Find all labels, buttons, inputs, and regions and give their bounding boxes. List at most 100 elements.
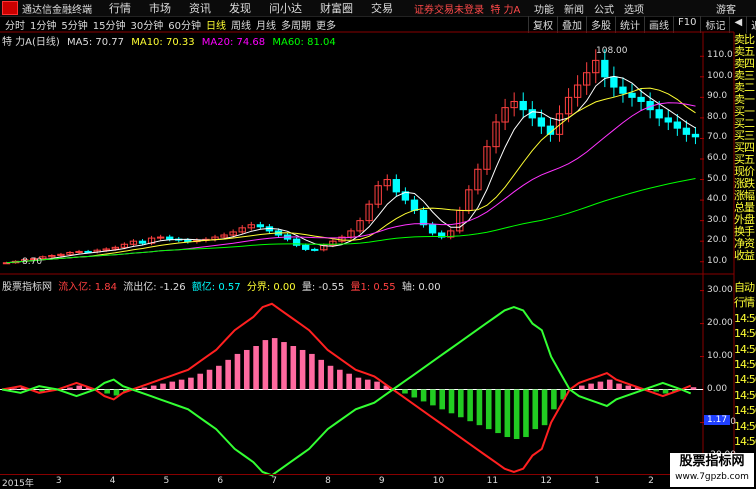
- outflow-bar: [411, 389, 418, 398]
- inflow-bar: [374, 381, 380, 390]
- chart-canvas[interactable]: [0, 0, 756, 487]
- candle-body: [410, 199, 419, 211]
- inflow-bar: [178, 379, 185, 390]
- inflow-bar: [67, 387, 73, 390]
- inflow-bar: [355, 377, 362, 390]
- date-label: 12: [540, 476, 552, 486]
- outflow-bar: [430, 389, 436, 406]
- outflow-bar: [523, 389, 529, 438]
- inflow-bar: [606, 379, 613, 390]
- candle-body: [619, 86, 627, 94]
- candle-body: [519, 100, 527, 111]
- tick-label: 自动: [734, 281, 755, 294]
- inflow-bar: [262, 340, 269, 390]
- tick-label: 14:56: [734, 373, 756, 387]
- inflow-bar: [337, 369, 343, 390]
- inflow-bar: [346, 373, 352, 390]
- inflow-bar: [299, 349, 306, 390]
- outflow-bar: [476, 389, 483, 426]
- price-tick: 60.0: [707, 153, 728, 163]
- outflow-bar: [402, 389, 408, 394]
- price-tick: 80.0: [707, 111, 728, 122]
- date-label: 5: [163, 476, 170, 486]
- inflow-bar: [234, 353, 241, 390]
- date-label: 3: [55, 476, 62, 486]
- inflow-bar: [188, 377, 194, 390]
- price-tick: 70.0: [707, 132, 728, 143]
- candle-body: [302, 244, 310, 250]
- outflow-bar: [541, 389, 548, 426]
- outflow-bar: [104, 389, 110, 394]
- inflow-bar: [271, 338, 278, 390]
- inflow-bar: [597, 381, 604, 390]
- indicator-tick: 30.00: [707, 284, 733, 295]
- inflow-bar: [225, 359, 231, 390]
- candle-body: [428, 224, 437, 234]
- candle-body: [673, 121, 682, 129]
- inflow-bar: [160, 383, 166, 390]
- outflow-bar: [653, 389, 660, 392]
- watermark-url: www.7gpzb.com: [675, 472, 749, 482]
- current-indicator-value: 1.17: [704, 415, 731, 425]
- tick-label: 14:56: [734, 311, 756, 325]
- indicator-tick: 0.00: [707, 383, 728, 394]
- date-label: 6: [217, 476, 224, 486]
- outflow-bar: [495, 389, 501, 434]
- outflow-bar: [420, 389, 427, 402]
- candle-body: [628, 92, 636, 98]
- inflow-bar: [625, 385, 632, 390]
- candle-body: [84, 250, 92, 253]
- inflow-bar: [327, 365, 334, 390]
- date-label: 10: [432, 476, 445, 486]
- date-axis: 2015年 3 4 5 6 7 8 9 10 11 12 1 2: [0, 474, 734, 489]
- date-label: 2015年: [2, 479, 34, 489]
- inflow-bar: [197, 373, 204, 390]
- tick-label: 14:56: [734, 435, 756, 449]
- candle-body: [601, 59, 609, 78]
- inflow-bar: [309, 353, 315, 390]
- inflow-bar: [616, 383, 622, 390]
- outflow-bar: [532, 389, 539, 430]
- inflow-bar: [150, 385, 157, 390]
- candle-body: [166, 236, 174, 240]
- watermark: 股票指标网 www.7gpzb.com: [670, 453, 754, 487]
- price-tick: 100.0: [707, 70, 733, 81]
- indicator-tick: 20.00: [707, 317, 733, 328]
- peak-label: 108.00: [596, 46, 628, 56]
- tick-label: 14:56: [734, 404, 756, 418]
- tick-label: 14:56: [734, 358, 756, 372]
- candle-body: [637, 96, 645, 102]
- outflow-bar: [439, 389, 445, 410]
- inflow-bar: [281, 342, 287, 390]
- outflow-bar: [513, 389, 520, 440]
- inflow-bar: [206, 369, 213, 390]
- date-label: 8: [325, 476, 331, 486]
- date-label: 7: [271, 476, 277, 486]
- price-tick: 30.0: [707, 214, 728, 225]
- outflow-bar: [485, 389, 492, 430]
- outflow-bar: [458, 389, 464, 418]
- watermark-title: 股票指标网: [679, 454, 745, 469]
- candle-body: [682, 127, 691, 135]
- inflow-bar: [141, 387, 148, 390]
- date-label: 2: [648, 476, 654, 486]
- indicator-tick: 10.00: [707, 350, 733, 361]
- tick-label: 14:56: [734, 342, 756, 356]
- price-tick: 10.0: [707, 255, 728, 266]
- quote-label: 收益: [734, 249, 755, 262]
- inflow-bar: [76, 385, 83, 390]
- candle-body: [691, 133, 700, 138]
- inflow-bar: [216, 365, 222, 390]
- inflow-bar: [318, 359, 325, 390]
- tick-label: 14:56: [734, 419, 756, 433]
- inflow-bar: [579, 385, 585, 390]
- outflow-bar: [113, 389, 120, 396]
- date-label: 4: [109, 476, 116, 486]
- inflow-bar: [690, 387, 697, 390]
- candle-body: [655, 109, 663, 119]
- tick-panel: 自动 行情 14:56 14:56 14:56 14:56 14:56 14:5…: [734, 280, 756, 449]
- inflow-bar: [253, 346, 259, 390]
- candle-body: [537, 117, 546, 127]
- candle-body: [256, 224, 265, 228]
- candle-body: [528, 109, 536, 119]
